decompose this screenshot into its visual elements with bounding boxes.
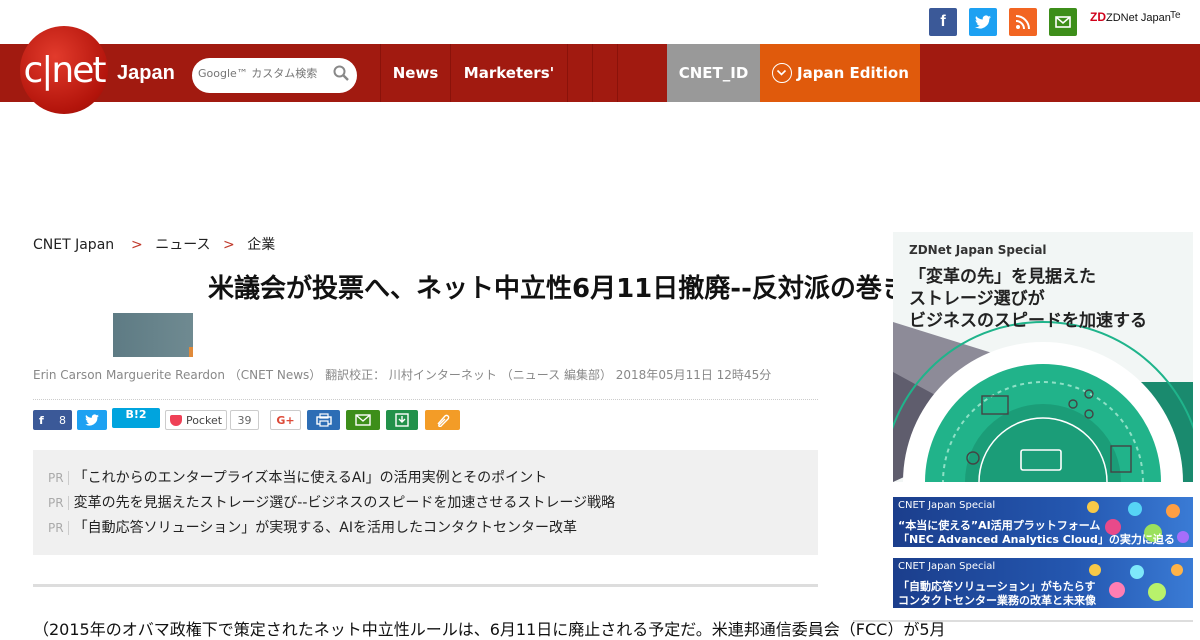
breadcrumb-news[interactable]: ニュース: [155, 237, 210, 253]
divider: [853, 620, 1193, 622]
breadcrumb-separator: >: [223, 237, 235, 253]
google-plus-button[interactable]: G+: [270, 410, 301, 430]
facebook-icon[interactable]: f: [929, 8, 957, 36]
cnet-logo[interactable]: c|net: [20, 26, 108, 114]
chevron-down-icon: [772, 63, 792, 83]
pr-link-text: 「自動応答ソリューション」が実現する、AIを活用したコンタクトセンター改革: [73, 520, 578, 536]
ad-heading-line: 「変革の先」を見据えた: [909, 267, 1096, 287]
pr-link[interactable]: PR 「これからのエンタープライズ本当に使えるAI」の活用実例とそのポイント: [48, 467, 547, 487]
ad-heading-line: ストレージ選びが: [909, 289, 1045, 309]
search-input[interactable]: [198, 67, 328, 80]
search-icon[interactable]: [333, 65, 349, 81]
techrepublic-link[interactable]: Te: [1170, 10, 1181, 21]
twitter-icon[interactable]: [969, 8, 997, 36]
facebook-share-count: 8: [59, 413, 66, 427]
banner-label: CNET Japan Special: [898, 561, 996, 572]
nav-cnet-id[interactable]: CNET_ID: [667, 44, 760, 102]
hatena-bookmark-button[interactable]: B!2: [112, 408, 160, 428]
mail-icon: [355, 414, 371, 426]
pocket-button[interactable]: Pocket: [165, 410, 227, 430]
sidebar-banner-auto-response[interactable]: CNET Japan Special 「自動応答ソリューション」がもたらす コン…: [893, 558, 1193, 608]
pocket-label: Pocket: [185, 413, 223, 427]
breadcrumb-separator: >: [126, 237, 143, 253]
pr-link-text: 変革の先を見据えたストレージ選び--ビジネスのスピードを加速させるストレージ戦略: [73, 495, 616, 511]
nav-marketers[interactable]: Marketers': [450, 44, 567, 102]
nav-news[interactable]: News: [380, 44, 450, 102]
pr-tag: PR: [48, 471, 69, 485]
facebook-share-button[interactable]: f 8: [33, 410, 72, 430]
pr-tag: PR: [48, 521, 69, 535]
print-icon: [315, 413, 332, 427]
article-thumbnail: [113, 313, 193, 357]
pocket-count: 39: [230, 410, 259, 430]
email-share-button[interactable]: [346, 410, 380, 430]
pr-link-text: 「これからのエンタープライズ本当に使えるAI」の活用実例とそのポイント: [73, 470, 548, 486]
pr-tag: PR: [48, 496, 69, 510]
divider: [33, 399, 818, 400]
nav-item-5[interactable]: [617, 44, 642, 102]
twitter-icon: [85, 414, 99, 426]
clip-button[interactable]: [425, 410, 460, 430]
print-button[interactable]: [307, 410, 340, 430]
download-icon: [395, 413, 409, 427]
nav-item-3[interactable]: [567, 44, 592, 102]
banner-line: コンタクトセンター業務の改革と未来像: [898, 594, 1096, 607]
sidebar-ad-zdnet-special[interactable]: ZDNet Japan Special 「変革の先」を見据えた ストレージ選びが…: [893, 232, 1193, 482]
nav-item-4[interactable]: [592, 44, 617, 102]
pocket-icon: [169, 414, 182, 426]
pr-link[interactable]: PR 「自動応答ソリューション」が実現する、AIを活用したコンタクトセンター改革: [48, 517, 577, 537]
divider: [33, 584, 818, 587]
japan-edition-wordmark[interactable]: Japan: [117, 62, 175, 85]
facebook-icon: f: [39, 413, 44, 427]
japan-edition-label: Japan Edition: [797, 64, 909, 82]
save-button[interactable]: [386, 410, 418, 430]
mail-icon[interactable]: [1049, 8, 1077, 36]
zdnet-japan-link[interactable]: ZDZDNet Japan: [1090, 10, 1171, 24]
ad-label: ZDNet Japan Special: [909, 243, 1047, 257]
search-box: [192, 58, 357, 93]
top-bar: f ZDZDNet Japan Te: [0, 0, 1200, 44]
pr-links-box: PR 「これからのエンタープライズ本当に使えるAI」の活用実例とそのポイント PR…: [33, 450, 818, 555]
article-byline: Erin Carson Marguerite Reardon （CNET New…: [33, 368, 772, 382]
sidebar-banner-nec-analytics[interactable]: CNET Japan Special “本当に使える”AI活用プラットフォーム …: [893, 497, 1193, 547]
banner-label: CNET Japan Special: [898, 500, 996, 511]
nav-japan-edition[interactable]: Japan Edition: [760, 44, 920, 102]
ad-heading-line: ビジネスのスピードを加速する: [909, 311, 1147, 331]
breadcrumb-home[interactable]: CNET Japan: [33, 237, 114, 253]
breadcrumb-business[interactable]: 企業: [247, 237, 275, 253]
ad-heading: 「変革の先」を見据えた ストレージ選びが ビジネスのスピードを加速する: [909, 266, 1147, 332]
banner-line: 「NEC Advanced Analytics Cloud」の実力に迫る: [898, 533, 1175, 546]
breadcrumb: CNET Japan > ニュース > 企業: [33, 234, 275, 254]
pr-link[interactable]: PR 変革の先を見据えたストレージ選び--ビジネスのスピードを加速させるストレージ…: [48, 492, 615, 512]
rss-icon[interactable]: [1009, 8, 1037, 36]
article-body: （2015年のオバマ政権下で策定されたネット中立性ルールは、6月11日に廃止され…: [33, 620, 946, 639]
twitter-share-button[interactable]: [77, 410, 107, 430]
paperclip-icon: [436, 414, 449, 427]
